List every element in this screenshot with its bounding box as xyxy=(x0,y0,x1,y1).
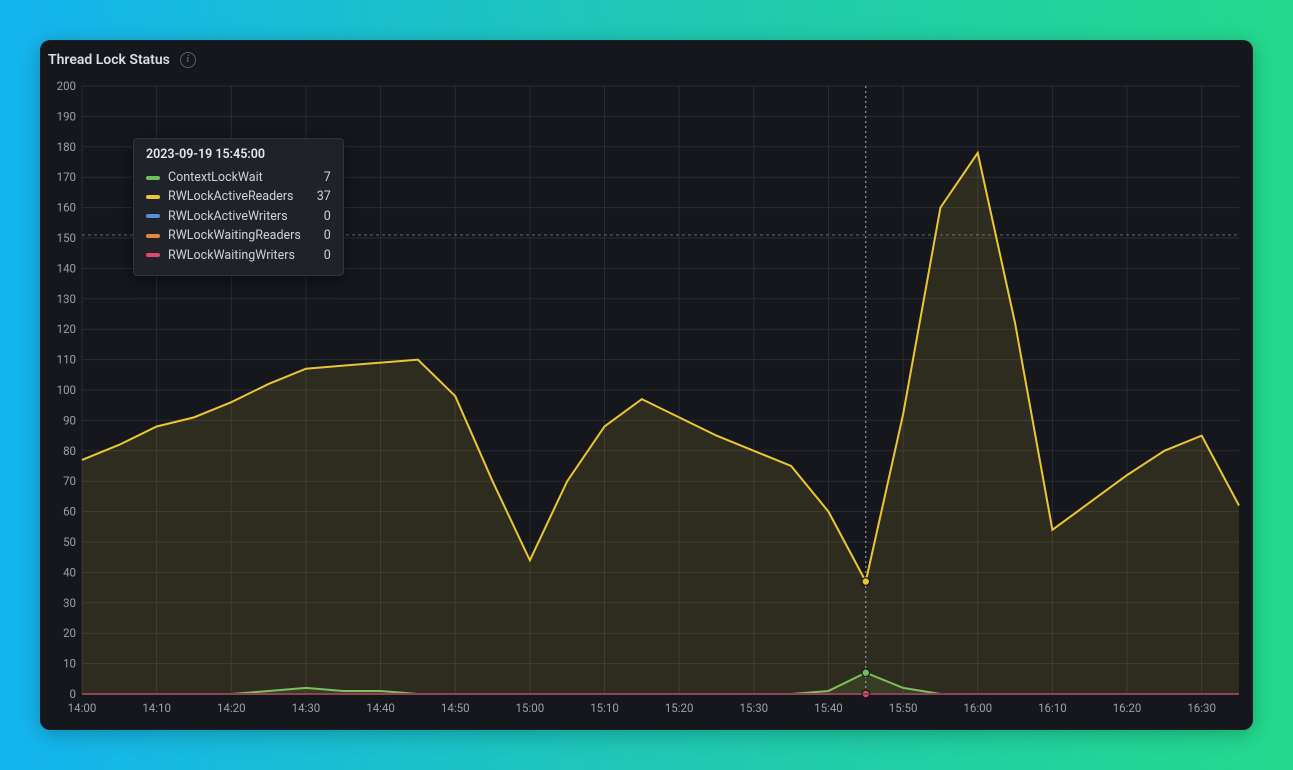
hover-marker xyxy=(862,669,870,677)
info-icon[interactable] xyxy=(180,52,196,68)
x-tick-label: 15:20 xyxy=(665,701,694,715)
y-tick-label: 30 xyxy=(63,596,76,610)
y-tick-label: 200 xyxy=(57,80,76,93)
x-tick-label: 15:40 xyxy=(814,701,843,715)
y-tick-label: 170 xyxy=(57,170,76,184)
y-tick-label: 60 xyxy=(63,505,76,519)
tooltip-series-value: 0 xyxy=(309,207,331,226)
x-tick-label: 14:10 xyxy=(142,701,171,715)
tooltip-row: RWLockWaitingWriters 0 xyxy=(146,246,331,265)
x-tick-label: 16:10 xyxy=(1038,701,1067,715)
y-tick-label: 20 xyxy=(63,626,76,640)
y-tick-label: 100 xyxy=(57,383,76,397)
chart-area[interactable]: 14:00 14:10 14:20 14:30 14:40 14:50 15:00 15:10… xyxy=(48,80,1245,722)
x-tick-label: 14:50 xyxy=(441,701,470,715)
x-tick-label: 15:50 xyxy=(889,701,918,715)
tooltip-series-name: ContextLockWait xyxy=(168,168,301,187)
panel-header: Thread Lock Status xyxy=(40,40,1253,76)
tooltip-timestamp: 2023-09-19 15:45:00 xyxy=(146,147,331,162)
y-tick-label: 50 xyxy=(63,535,76,549)
chart-panel: Thread Lock Status 14:0014:1014:2014:301… xyxy=(40,40,1253,730)
y-tick-label: 140 xyxy=(57,261,76,275)
x-tick-label: 14:20 xyxy=(217,701,246,715)
y-tick-label: 190 xyxy=(57,109,76,123)
y-tick-label: 180 xyxy=(57,140,76,154)
legend-swatch xyxy=(146,234,160,238)
tooltip-series-name: RWLockActiveWriters xyxy=(168,207,301,226)
legend-swatch xyxy=(146,214,160,218)
tooltip-series-value: 7 xyxy=(309,168,331,187)
x-tick-label: 16:20 xyxy=(1113,701,1142,715)
tooltip-series-name: RWLockWaitingReaders xyxy=(168,226,301,245)
x-tick-label: 15:30 xyxy=(739,701,768,715)
legend-swatch xyxy=(146,176,160,180)
panel-title: Thread Lock Status xyxy=(48,52,170,68)
y-tick-label: 70 xyxy=(63,474,76,488)
tooltip-row: RWLockWaitingReaders 0 xyxy=(146,226,331,245)
legend-swatch xyxy=(146,253,160,257)
y-tick-label: 40 xyxy=(63,565,76,579)
y-tick-label: 120 xyxy=(57,322,76,336)
y-tick-label: 130 xyxy=(57,292,76,306)
x-tick-label: 14:40 xyxy=(366,701,395,715)
y-tick-label: 80 xyxy=(63,444,76,458)
hover-marker xyxy=(862,578,870,586)
y-tick-label: 90 xyxy=(63,413,76,427)
tooltip-series-value: 0 xyxy=(309,226,331,245)
legend-swatch xyxy=(146,195,160,199)
y-tick-label: 0 xyxy=(70,687,76,701)
y-tick-label: 110 xyxy=(57,353,76,367)
chart-tooltip: 2023-09-19 15:45:00 ContextLockWait7RWLo… xyxy=(133,138,344,276)
x-tick-label: 16:30 xyxy=(1187,701,1216,715)
tooltip-series-name: RWLockActiveReaders xyxy=(168,187,301,206)
tooltip-series-name: RWLockWaitingWriters xyxy=(168,246,301,265)
x-tick-label: 16:00 xyxy=(963,701,992,715)
tooltip-row: RWLockActiveReaders 37 xyxy=(146,187,331,206)
x-tick-label: 14:30 xyxy=(292,701,321,715)
y-tick-label: 150 xyxy=(57,231,76,245)
x-tick-label: 15:00 xyxy=(516,701,545,715)
y-tick-label: 10 xyxy=(63,657,76,671)
y-tick-label: 160 xyxy=(57,201,76,215)
tooltip-series-value: 0 xyxy=(309,246,331,265)
tooltip-row: ContextLockWait 7 xyxy=(146,168,331,187)
tooltip-series-value: 37 xyxy=(309,187,331,206)
x-tick-label: 15:10 xyxy=(590,701,619,715)
tooltip-row: RWLockActiveWriters 0 xyxy=(146,207,331,226)
x-tick-label: 14:00 xyxy=(68,701,97,715)
